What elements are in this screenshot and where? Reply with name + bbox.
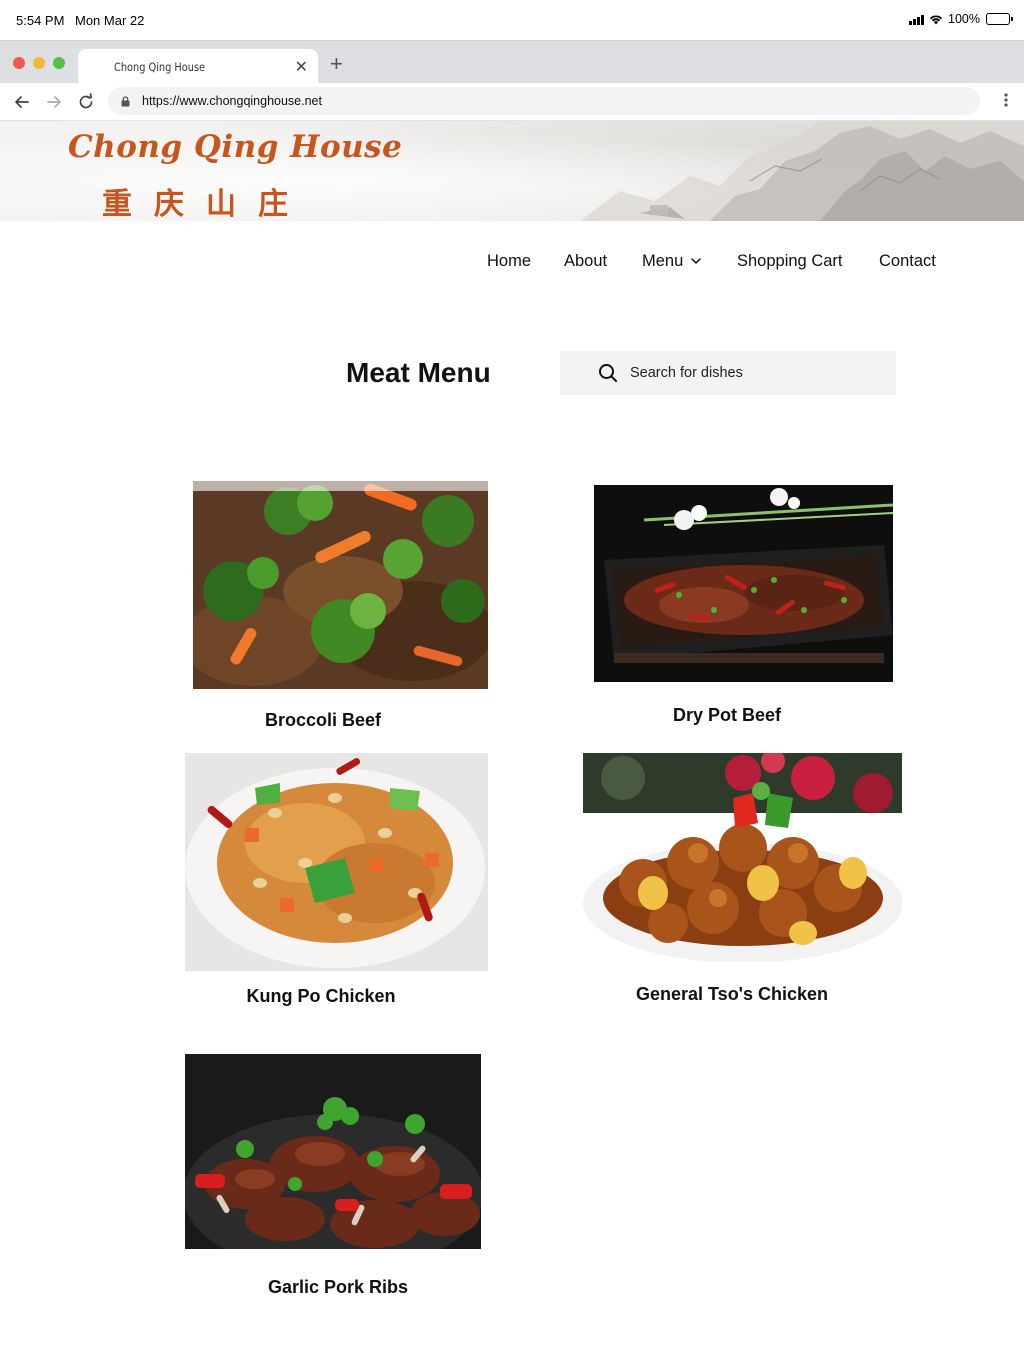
page-title: Meat Menu — [346, 357, 491, 388]
dish-image-general-tsos-chicken[interactable] — [583, 753, 902, 962]
browser-toolbar: https://www.chongqinghouse.net — [0, 83, 1024, 121]
browser-menu-icon[interactable] — [1004, 93, 1008, 107]
url-bar[interactable]: https://www.chongqinghouse.net — [108, 87, 980, 115]
site-logo-chinese: 重庆山庄 — [102, 187, 310, 221]
dish-image-garlic-pork-ribs[interactable] — [185, 1054, 481, 1249]
forward-arrow-icon[interactable] — [43, 91, 65, 113]
search-icon — [599, 364, 617, 382]
nav-home[interactable]: Home — [487, 252, 531, 271]
window-maximize-button[interactable] — [53, 57, 65, 69]
search-input[interactable] — [630, 362, 880, 384]
dish-image-dry-pot-beef[interactable] — [594, 485, 893, 682]
site-header-banner: Chong Qing House 重庆山庄 — [0, 121, 1024, 221]
site-navigation: Home About Menu Shopping Cart Contact — [0, 252, 1024, 274]
status-time: 5:54 PM — [16, 13, 65, 28]
tab-title: Chong Qing House — [114, 60, 206, 74]
back-arrow-icon[interactable] — [11, 91, 33, 113]
nav-contact[interactable]: Contact — [879, 252, 936, 271]
wifi-icon — [929, 15, 943, 25]
dish-name[interactable]: Dry Pot Beef — [597, 705, 857, 726]
reload-icon[interactable] — [75, 91, 97, 113]
landscape-painting — [580, 121, 1024, 221]
tab-close-icon[interactable]: ✕ — [295, 57, 308, 77]
new-tab-button[interactable]: + — [330, 53, 343, 75]
dish-name[interactable]: Broccoli Beef — [193, 710, 453, 731]
dish-search-box[interactable] — [560, 351, 896, 395]
browser-tab-strip: Chong Qing House ✕ + — [0, 40, 1024, 84]
browser-tab-active[interactable]: Chong Qing House ✕ — [78, 49, 318, 84]
window-minimize-button[interactable] — [33, 57, 45, 69]
nav-shopping-cart[interactable]: Shopping Cart — [737, 252, 843, 271]
dish-name[interactable]: Garlic Pork Ribs — [208, 1277, 468, 1298]
url-text: https://www.chongqinghouse.net — [142, 94, 322, 108]
status-date: Mon Mar 22 — [75, 13, 145, 28]
status-indicators: 100% — [909, 12, 1013, 26]
device-status-bar: 5:54 PM Mon Mar 22 100% — [0, 0, 1024, 40]
cellular-signal-icon — [909, 14, 925, 25]
site-logo-english[interactable]: Chong Qing House — [68, 129, 402, 165]
lock-icon — [121, 96, 130, 107]
battery-percent: 100% — [948, 12, 980, 26]
nav-menu-label: Menu — [642, 252, 684, 270]
nav-menu-dropdown[interactable]: Menu — [642, 252, 702, 271]
dish-name[interactable]: General Tso's Chicken — [582, 984, 882, 1005]
nav-about[interactable]: About — [564, 252, 607, 271]
dish-image-kung-po-chicken[interactable] — [185, 753, 488, 971]
dish-image-broccoli-beef[interactable] — [193, 481, 488, 689]
dish-name[interactable]: Kung Po Chicken — [191, 986, 451, 1007]
chevron-down-icon — [691, 258, 702, 264]
window-close-button[interactable] — [13, 57, 25, 69]
battery-icon — [986, 13, 1013, 25]
